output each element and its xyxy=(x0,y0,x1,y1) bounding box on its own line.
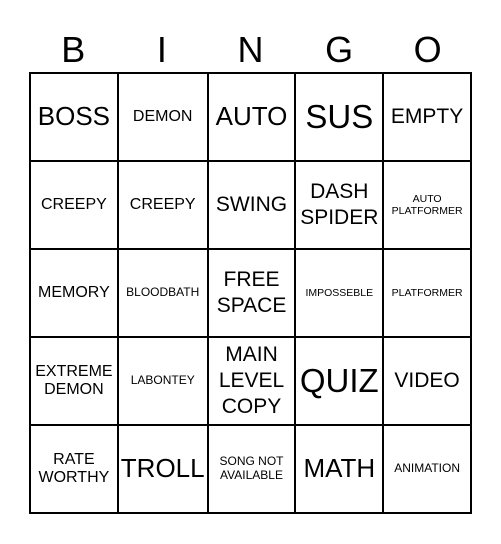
bingo-cell[interactable]: FREE SPACE xyxy=(207,249,296,337)
bingo-cell-text: LABONTEY xyxy=(130,373,195,388)
bingo-cell-text: AUTO xyxy=(215,101,288,132)
bingo-header: B I N G O xyxy=(29,28,472,72)
bingo-cell-text: RATE WORTHY xyxy=(38,450,110,486)
header-letter-n: N xyxy=(237,29,264,70)
bingo-cell[interactable]: BOSS xyxy=(30,73,118,161)
bingo-cell-text: MAIN LEVEL COPY xyxy=(218,342,285,419)
bingo-cell-text: CREEPY xyxy=(129,195,196,213)
bingo-cell[interactable]: CREEPY xyxy=(30,161,118,249)
bingo-cell[interactable]: IMPOSSEBLE xyxy=(295,249,384,337)
bingo-cell[interactable]: PLATFORMER xyxy=(383,249,471,337)
bingo-cell-text: DEMON xyxy=(132,107,193,125)
bingo-cell[interactable]: SUS xyxy=(295,73,384,161)
bingo-cell[interactable]: BLOODBATH xyxy=(117,249,208,337)
bingo-cell-text: EXTREME DEMON xyxy=(35,362,113,398)
bingo-cell[interactable]: MEMORY xyxy=(30,249,118,337)
bingo-cell-text: VIDEO xyxy=(394,368,460,392)
header-letter-b: B xyxy=(61,29,86,70)
bingo-cell[interactable]: SONG NOT AVAILABLE xyxy=(207,425,296,513)
bingo-cell[interactable]: DEMON xyxy=(117,73,208,161)
bingo-cell-text: MEMORY xyxy=(38,283,110,301)
bingo-cell-text: IMPOSSEBLE xyxy=(305,286,374,299)
bingo-cell-text: CREEPY xyxy=(41,195,107,213)
bingo-cell[interactable]: MAIN LEVEL COPY xyxy=(207,337,296,425)
bingo-cell[interactable]: AUTO PLATFORMER xyxy=(383,161,471,249)
bingo-card-grid: BOSS DEMON AUTO SUS EMPTY CREEPY CREEPY SWING DA… xyxy=(29,72,472,514)
bingo-cell-text: PLATFORMER xyxy=(391,286,463,299)
bingo-cell-text: AUTO PLATFORMER xyxy=(391,192,463,217)
bingo-cell[interactable]: LABONTEY xyxy=(117,337,208,425)
bingo-cell-text: SONG NOT AVAILABLE xyxy=(219,454,284,482)
bingo-cell[interactable]: AUTO xyxy=(207,73,296,161)
bingo-cell-text: EMPTY xyxy=(390,104,464,128)
bingo-cell-text: SWING xyxy=(215,192,288,216)
bingo-cell-text: QUIZ xyxy=(299,362,379,400)
bingo-cell-text: BLOODBATH xyxy=(126,285,200,300)
bingo-cell[interactable]: DASH SPIDER xyxy=(295,161,384,249)
bingo-cell[interactable]: MATH xyxy=(295,425,384,513)
bingo-cell-text: MATH xyxy=(303,453,376,484)
header-letter-o: O xyxy=(413,29,442,70)
bingo-cell[interactable]: CREEPY xyxy=(117,161,208,249)
bingo-cell-text: TROLL xyxy=(120,453,205,484)
bingo-cell[interactable]: VIDEO xyxy=(383,337,471,425)
bingo-cell-text: FREE SPACE xyxy=(216,267,287,317)
bingo-cell[interactable]: ANIMATION xyxy=(383,425,471,513)
bingo-cell-text: ANIMATION xyxy=(394,461,460,476)
header-letter-i: I xyxy=(156,29,167,70)
bingo-cell[interactable]: EXTREME DEMON xyxy=(30,337,118,425)
bingo-cell-text: SUS xyxy=(305,98,374,136)
header-letter-g: G xyxy=(325,29,354,70)
bingo-cell-text: DASH SPIDER xyxy=(300,179,379,229)
bingo-cell-text: BOSS xyxy=(37,101,111,132)
bingo-cell[interactable]: SWING xyxy=(207,161,296,249)
bingo-cell[interactable]: RATE WORTHY xyxy=(30,425,118,513)
bingo-cell[interactable]: TROLL xyxy=(117,425,208,513)
bingo-cell[interactable]: QUIZ xyxy=(295,337,384,425)
bingo-cell[interactable]: EMPTY xyxy=(383,73,471,161)
